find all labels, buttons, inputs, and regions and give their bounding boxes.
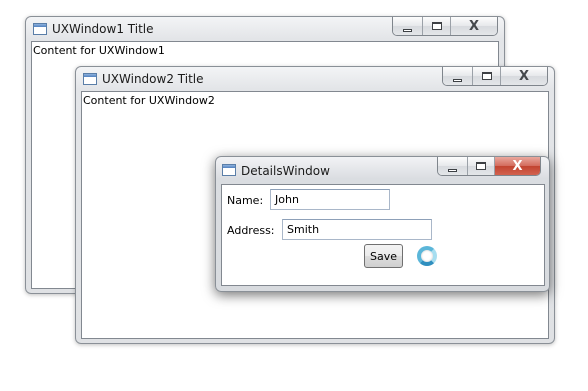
maximize-icon [476,162,486,170]
uxwindow1-minimize-button[interactable] [393,17,422,35]
address-field[interactable]: Smith [282,219,432,240]
details-window-minimize-button[interactable] [438,157,467,175]
minimize-icon [403,28,412,32]
maximize-icon [431,22,442,30]
uxwindow2-minimize-button[interactable] [443,67,472,85]
uxwindow2-caption-buttons: X [442,67,548,86]
name-label: Name: [227,194,264,207]
uxwindow1-close-button[interactable]: X [450,17,497,35]
details-window-close-button[interactable]: X [494,157,540,175]
uxwindow2-title: UXWindow2 Title [102,72,204,86]
details-window-caption-buttons: X [437,157,541,176]
details-window-client-area: Name: John Address: Smith Save [221,184,545,286]
name-field[interactable]: John [270,189,390,210]
uxwindow1-caption-buttons: X [392,17,498,36]
details-window-maximize-button[interactable] [467,157,494,175]
window-icon [33,23,47,35]
loading-spinner-icon [417,246,437,266]
uxwindow2-maximize-button[interactable] [472,67,500,85]
window-icon [83,73,97,85]
close-icon: X [512,158,523,174]
uxwindow2-content-text: Content for UXWindow2 [83,94,215,107]
close-icon: X [518,68,530,84]
maximize-icon [481,72,492,80]
details-window-title: DetailsWindow [241,164,330,178]
save-button[interactable]: Save [364,244,403,268]
address-label: Address: [227,224,275,237]
minimize-icon [448,168,457,172]
window-icon [222,164,236,176]
uxwindow1-maximize-button[interactable] [422,17,450,35]
minimize-icon [453,78,462,82]
close-icon: X [468,18,480,34]
uxwindow2-close-button[interactable]: X [500,67,547,85]
details-window[interactable]: DetailsWindow X Name: John Address: Smit… [215,156,550,292]
uxwindow1-title: UXWindow1 Title [52,22,154,36]
uxwindow1-content-text: Content for UXWindow1 [33,44,165,57]
